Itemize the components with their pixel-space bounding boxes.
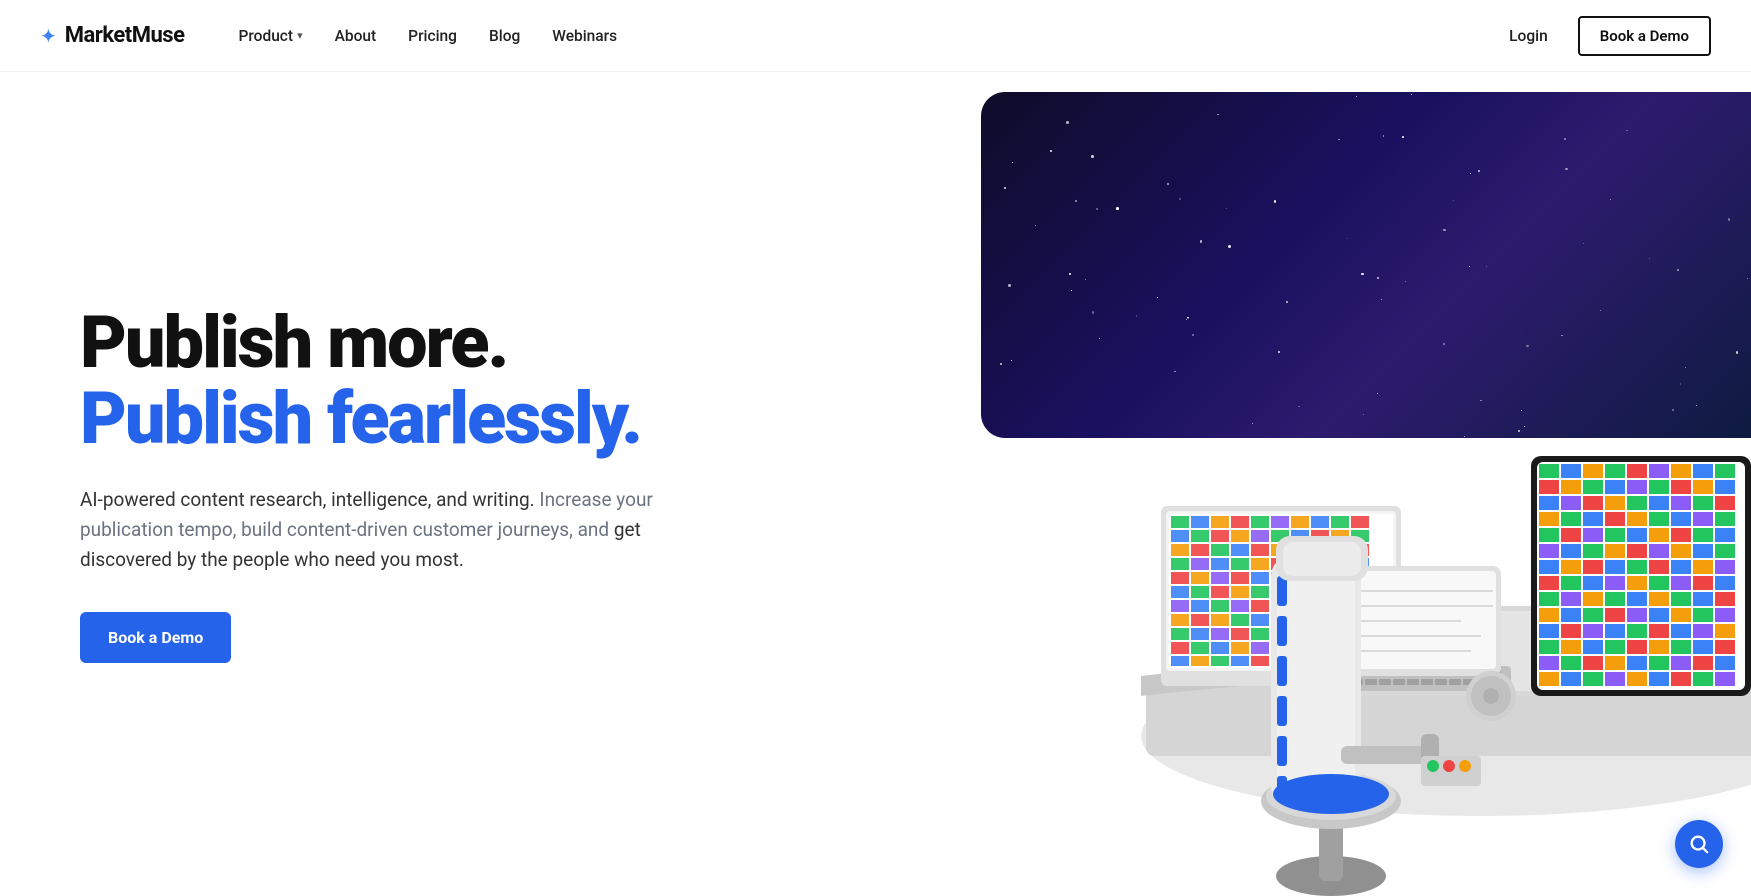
login-button[interactable]: Login xyxy=(1495,19,1562,53)
hero-heading-line2: Publish fearlessly. xyxy=(80,381,660,457)
space-background xyxy=(981,92,1751,438)
book-demo-nav-button[interactable]: Book a Demo xyxy=(1578,16,1711,56)
nav-right: Login Book a Demo xyxy=(1495,16,1711,56)
nav-about[interactable]: About xyxy=(321,19,391,53)
hero-content: Publish more. Publish fearlessly. AI-pow… xyxy=(80,305,660,662)
nav-pricing[interactable]: Pricing xyxy=(394,19,471,53)
book-demo-hero-button[interactable]: Book a Demo xyxy=(80,612,231,663)
chevron-down-icon: ▾ xyxy=(297,29,303,42)
nav-product[interactable]: Product ▾ xyxy=(224,19,316,53)
hero-heading-line1: Publish more. xyxy=(80,305,660,381)
logo[interactable]: ✦ MarketMuse xyxy=(40,23,184,48)
hero-description: AI-powered content research, intelligenc… xyxy=(80,485,660,576)
space-stars xyxy=(981,92,1751,438)
hero-section: Publish more. Publish fearlessly. AI-pow… xyxy=(0,72,1751,896)
nav-webinars[interactable]: Webinars xyxy=(538,19,631,53)
search-bubble[interactable] xyxy=(1675,820,1723,868)
hero-desc-plain: AI-powered content research, intelligenc… xyxy=(80,488,535,511)
logo-icon: ✦ xyxy=(40,26,57,46)
logo-text: MarketMuse xyxy=(65,23,185,48)
nav-blog[interactable]: Blog xyxy=(475,19,534,53)
nav-links: Product ▾ About Pricing Blog Webinars xyxy=(224,19,1495,53)
control-room-illustration xyxy=(961,116,1751,896)
hero-illustration xyxy=(788,72,1751,896)
navbar: ✦ MarketMuse Product ▾ About Pricing Blo… xyxy=(0,0,1751,72)
